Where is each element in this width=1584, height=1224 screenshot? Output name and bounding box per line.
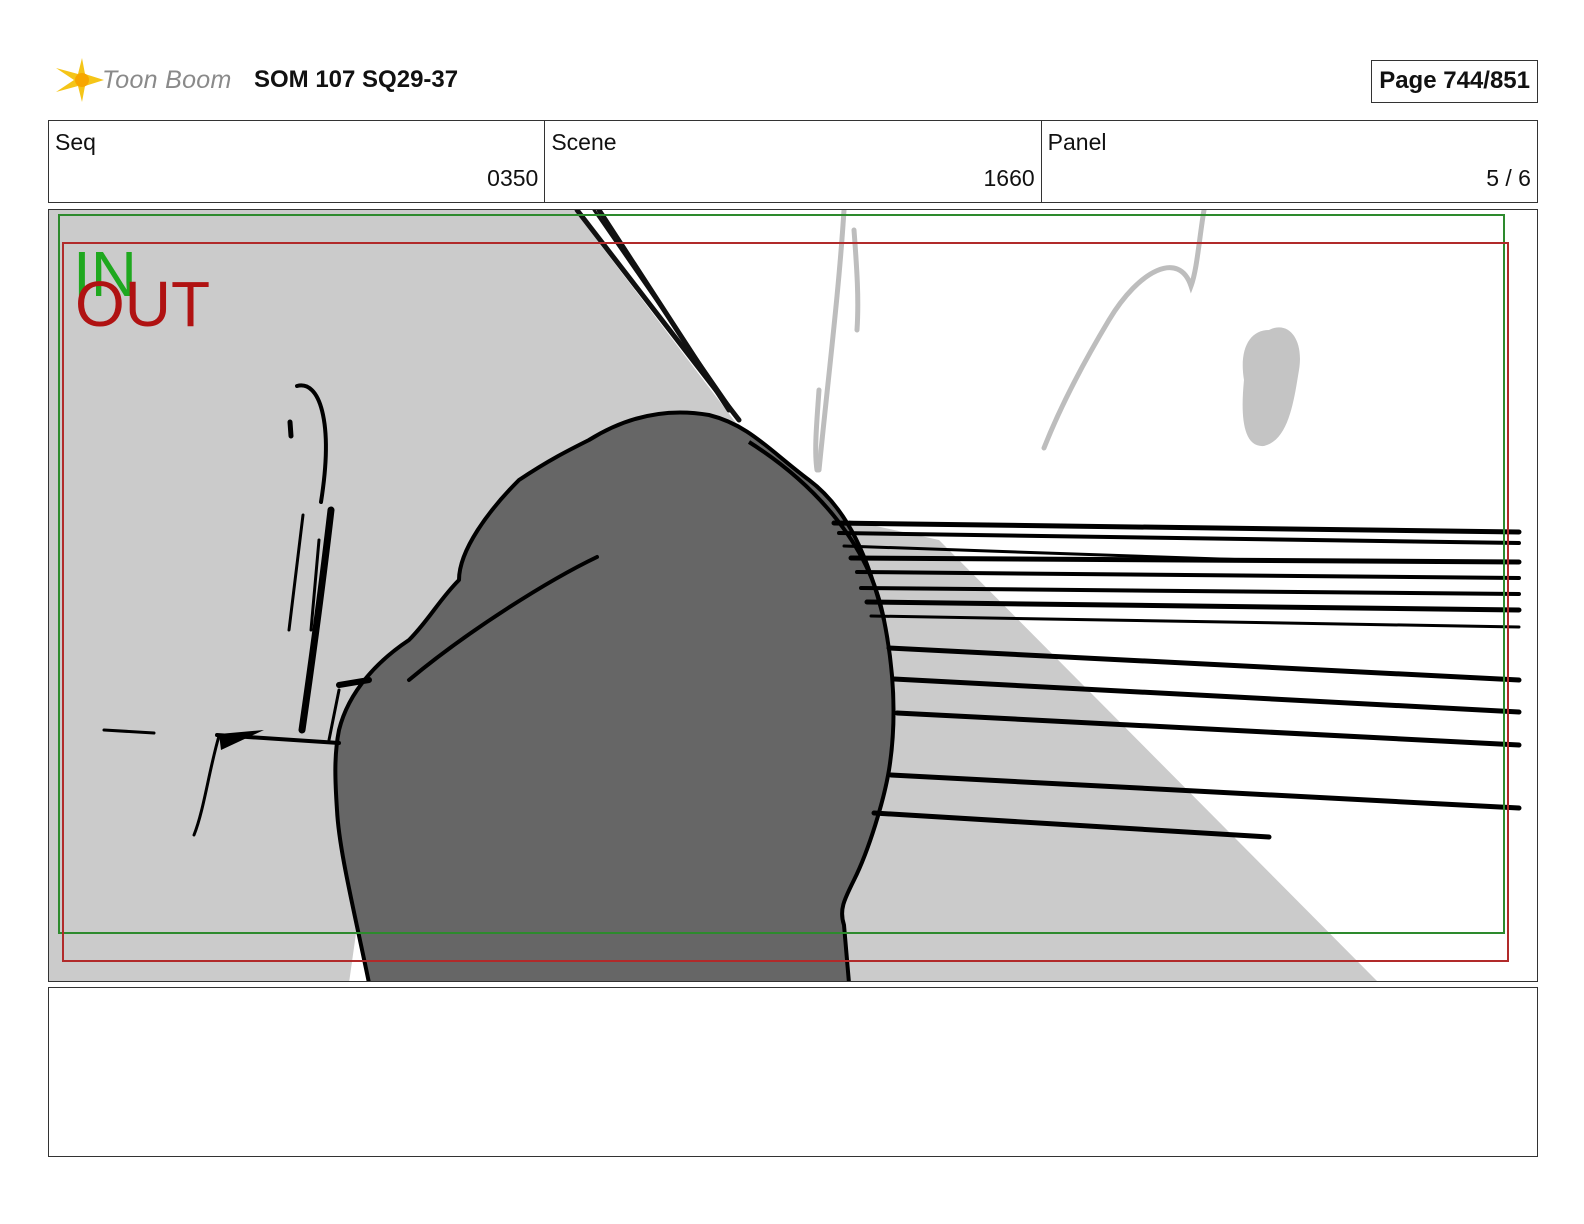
scene-value: 1660 <box>983 165 1035 191</box>
scene-label: Scene <box>551 129 617 155</box>
background-sketch <box>813 210 1207 473</box>
storyboard-sketch: IN OUT <box>49 210 1522 981</box>
toon-boom-logo: Toon Boom <box>52 54 242 106</box>
logo-wordmark: Toon Boom <box>102 65 232 94</box>
seq-cell: Seq 0350 <box>49 121 546 202</box>
background-blob <box>1242 327 1300 447</box>
seq-value: 0350 <box>487 165 539 191</box>
page-header: Toon Boom SOM 107 SQ29-37 Page 744/851 <box>48 52 1538 108</box>
panel-notes-box <box>48 987 1538 1157</box>
starburst-logo-icon <box>56 58 104 102</box>
page-indicator: Page 744/851 <box>1371 60 1538 103</box>
scene-cell: Scene 1660 <box>545 121 1042 202</box>
shot-info-table: Seq 0350 Scene 1660 Panel 5 / 6 <box>48 120 1538 203</box>
panel-cell: Panel 5 / 6 <box>1042 121 1537 202</box>
storyboard-panel-frame: IN OUT <box>48 209 1538 982</box>
panel-label: Panel <box>1047 129 1107 155</box>
document-title: SOM 107 SQ29-37 <box>254 66 459 93</box>
panel-value: 5 / 6 <box>1486 165 1531 191</box>
out-marker: OUT <box>75 268 210 340</box>
seq-label: Seq <box>55 129 96 155</box>
